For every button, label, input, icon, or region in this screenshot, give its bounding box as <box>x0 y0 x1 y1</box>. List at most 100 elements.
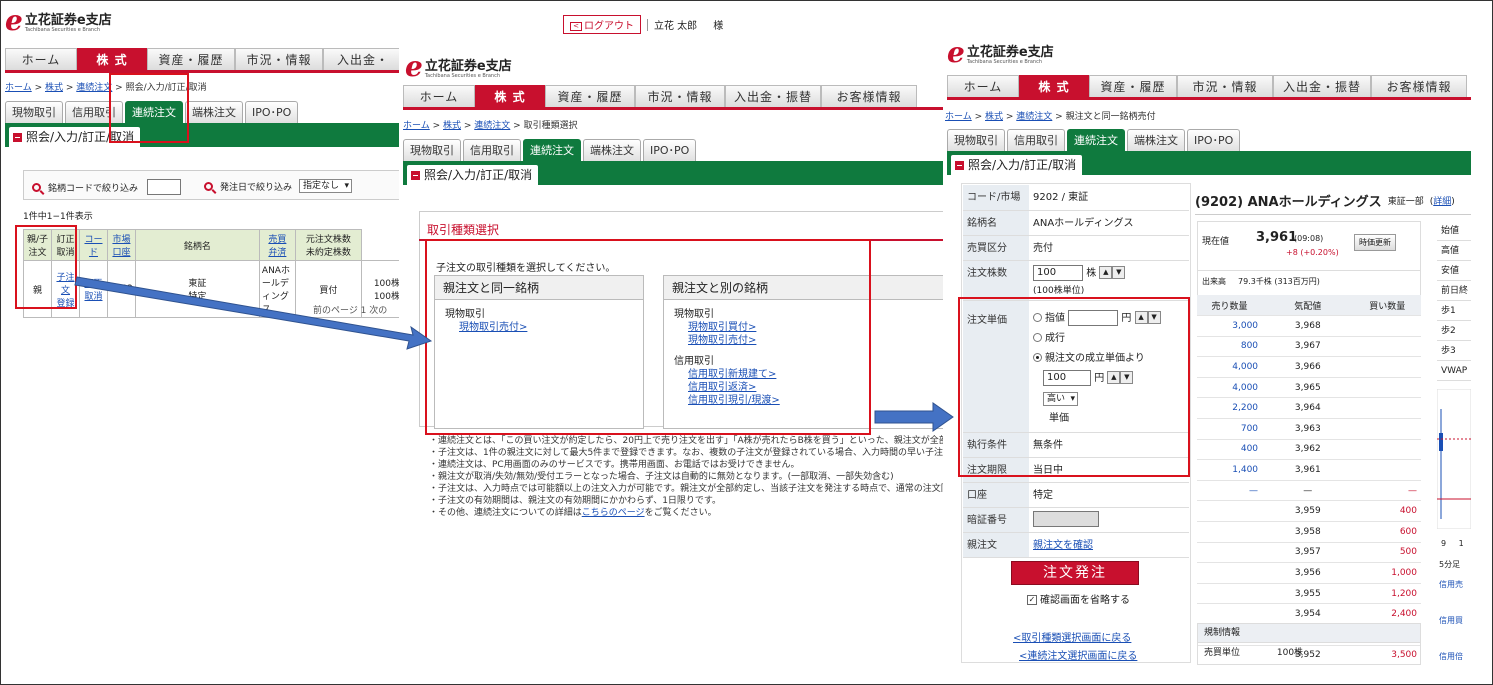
tab-cash[interactable]: 現物取引 <box>947 129 1005 151</box>
tab-odd[interactable]: 端株注文 <box>1127 129 1185 151</box>
panel-tab[interactable]: 照会/入力/訂正/取消 <box>951 155 1083 175</box>
limit-down-button[interactable]: ▼ <box>1147 311 1161 324</box>
qty-down-button[interactable]: ▼ <box>1112 266 1126 279</box>
sort-side-link[interactable]: 売買 弁済 <box>268 235 286 258</box>
diff-cash-sell-link[interactable]: 現物取引売付> <box>688 335 756 346</box>
diff-price-input[interactable]: 100 <box>1043 369 1091 386</box>
crumb-stock[interactable]: 株式 <box>45 83 63 93</box>
refresh-button[interactable]: 時価更新 <box>1354 234 1396 251</box>
book-buy-cell[interactable]: 2,400 <box>1353 603 1421 625</box>
details-page-link[interactable]: こちらのページ <box>582 508 645 518</box>
book-buy-cell[interactable] <box>1353 377 1421 399</box>
crumb-home[interactable]: ホーム <box>945 112 972 122</box>
book-buy-cell[interactable]: 400 <box>1353 500 1421 523</box>
crumb-home[interactable]: ホーム <box>403 121 430 131</box>
book-sell-cell[interactable]: 1,400 <box>1197 459 1263 481</box>
nav-assets[interactable]: 資産・履歴 <box>147 48 235 70</box>
tab-odd[interactable]: 端株注文 <box>185 101 243 123</box>
tab-cash[interactable]: 現物取引 <box>403 139 461 161</box>
nav-deposit[interactable]: 入出金・振替 <box>725 85 821 107</box>
book-sell-cell[interactable]: 700 <box>1197 418 1263 440</box>
cancel-order-link[interactable]: 訂正 取消 <box>84 279 102 302</box>
panel-tab[interactable]: 照会/入力/訂正/取消 <box>407 165 539 185</box>
qty-up-button[interactable]: ▲ <box>1099 266 1113 279</box>
tab-serial[interactable]: 連続注文 <box>523 139 581 161</box>
nav-deposit[interactable]: 入出金・振替 <box>1273 75 1371 97</box>
sort-market-link[interactable]: 市場 口座 <box>112 235 130 258</box>
book-sell-cell[interactable]: 2,200 <box>1197 397 1263 420</box>
book-sell-cell[interactable] <box>1197 562 1263 584</box>
book-sell-cell[interactable]: — <box>1197 480 1263 502</box>
book-buy-cell[interactable]: 1,000 <box>1353 562 1421 584</box>
book-sell-cell[interactable] <box>1197 521 1263 543</box>
filter-code-input[interactable] <box>147 179 182 195</box>
book-buy-cell[interactable]: 600 <box>1353 521 1421 543</box>
margin-pull-link[interactable]: 信用取引現引/現渡> <box>688 395 780 406</box>
diff-down-button[interactable]: ▼ <box>1120 371 1134 384</box>
nav-market[interactable]: 市況・情報 <box>235 48 323 70</box>
child-order-register-link[interactable]: 子注文 登録 <box>56 273 74 309</box>
nav-stock[interactable]: 株 式 <box>1019 75 1089 97</box>
pager[interactable]: 前のページ 1 次の <box>313 303 387 316</box>
chart-period-label[interactable]: 5分足 <box>1439 559 1460 570</box>
market-radio[interactable] <box>1033 333 1042 342</box>
view-parent-order-link[interactable]: 親注文を確認 <box>1033 540 1093 551</box>
book-buy-cell[interactable] <box>1353 397 1421 420</box>
book-sell-cell[interactable]: 4,000 <box>1197 356 1263 378</box>
book-buy-cell[interactable] <box>1353 439 1421 461</box>
book-sell-cell[interactable]: 4,000 <box>1197 377 1263 399</box>
direction-select[interactable]: 高い <box>1043 391 1079 406</box>
nav-home[interactable]: ホーム <box>947 75 1019 97</box>
qty-input[interactable]: 100 <box>1033 264 1083 281</box>
limit-radio[interactable] <box>1033 313 1042 322</box>
nav-market[interactable]: 市況・情報 <box>1177 75 1273 97</box>
margin-repay-link[interactable]: 信用取引返済> <box>688 382 756 393</box>
order-submit-button[interactable]: 注文発注 <box>1011 561 1139 585</box>
tab-ipo[interactable]: IPO･PO <box>245 101 299 123</box>
nav-stock[interactable]: 株 式 <box>77 48 147 70</box>
cash-sell-link[interactable]: 現物取引売付> <box>459 322 527 333</box>
book-buy-cell[interactable] <box>1353 315 1421 337</box>
back-to-type-select-link[interactable]: <取引種類選択画面に戻る <box>1013 633 1131 644</box>
book-sell-cell[interactable] <box>1197 583 1263 605</box>
nav-assets[interactable]: 資産・履歴 <box>1089 75 1177 97</box>
nav-assets[interactable]: 資産・履歴 <box>545 85 635 107</box>
brand-logo[interactable]: e 立花証券e支店 Tachibana Securities e Branch <box>5 7 112 35</box>
margin-new-link[interactable]: 信用取引新規建て> <box>688 369 776 380</box>
tab-ipo[interactable]: IPO･PO <box>643 139 697 161</box>
nav-home[interactable]: ホーム <box>403 85 475 107</box>
th-market[interactable]: 市場 口座 <box>107 229 136 261</box>
quote-detail-link[interactable]: 詳細 <box>1433 197 1451 207</box>
brand-logo[interactable]: e 立花証券e支店 Tachibana Securities e Branch <box>947 39 1054 67</box>
nav-deposit[interactable]: 入出金・ <box>323 48 403 70</box>
book-buy-cell[interactable] <box>1353 418 1421 440</box>
book-buy-cell[interactable]: — <box>1353 480 1421 502</box>
book-buy-cell[interactable] <box>1353 356 1421 378</box>
tab-margin[interactable]: 信用取引 <box>1007 129 1065 151</box>
tab-serial[interactable]: 連続注文 <box>125 101 183 123</box>
book-buy-cell[interactable] <box>1353 459 1421 481</box>
limit-up-button[interactable]: ▲ <box>1134 311 1148 324</box>
book-buy-cell[interactable] <box>1353 336 1421 358</box>
tab-margin[interactable]: 信用取引 <box>65 101 123 123</box>
cell-child-order[interactable]: 子注文 登録 <box>51 260 80 318</box>
nav-customer[interactable]: お客様情報 <box>821 85 917 107</box>
pin-input[interactable] <box>1033 510 1099 527</box>
limit-price-input[interactable] <box>1068 309 1119 326</box>
crumb-serial[interactable]: 連続注文 <box>474 121 510 131</box>
tab-margin[interactable]: 信用取引 <box>463 139 521 161</box>
logout-button[interactable]: < ログアウト <box>563 15 641 34</box>
diff-up-button[interactable]: ▲ <box>1107 371 1121 384</box>
brand-logo[interactable]: e 立花証券e支店 Tachibana Securities e Branch <box>405 53 512 81</box>
crumb-home[interactable]: ホーム <box>5 83 32 93</box>
book-sell-cell[interactable]: 800 <box>1197 336 1263 358</box>
tab-cash[interactable]: 現物取引 <box>5 101 63 123</box>
tab-ipo[interactable]: IPO･PO <box>1187 129 1241 151</box>
book-buy-cell[interactable]: 500 <box>1353 542 1421 564</box>
cell-cancel[interactable]: 訂正 取消 <box>79 260 108 318</box>
th-code[interactable]: コード <box>79 229 108 261</box>
tab-odd[interactable]: 端株注文 <box>583 139 641 161</box>
diff-cash-buy-link[interactable]: 現物取引買付> <box>688 322 756 333</box>
panel-tab[interactable]: 照会/入力/訂正/取消 <box>9 127 141 147</box>
book-sell-cell[interactable]: 400 <box>1197 439 1263 461</box>
